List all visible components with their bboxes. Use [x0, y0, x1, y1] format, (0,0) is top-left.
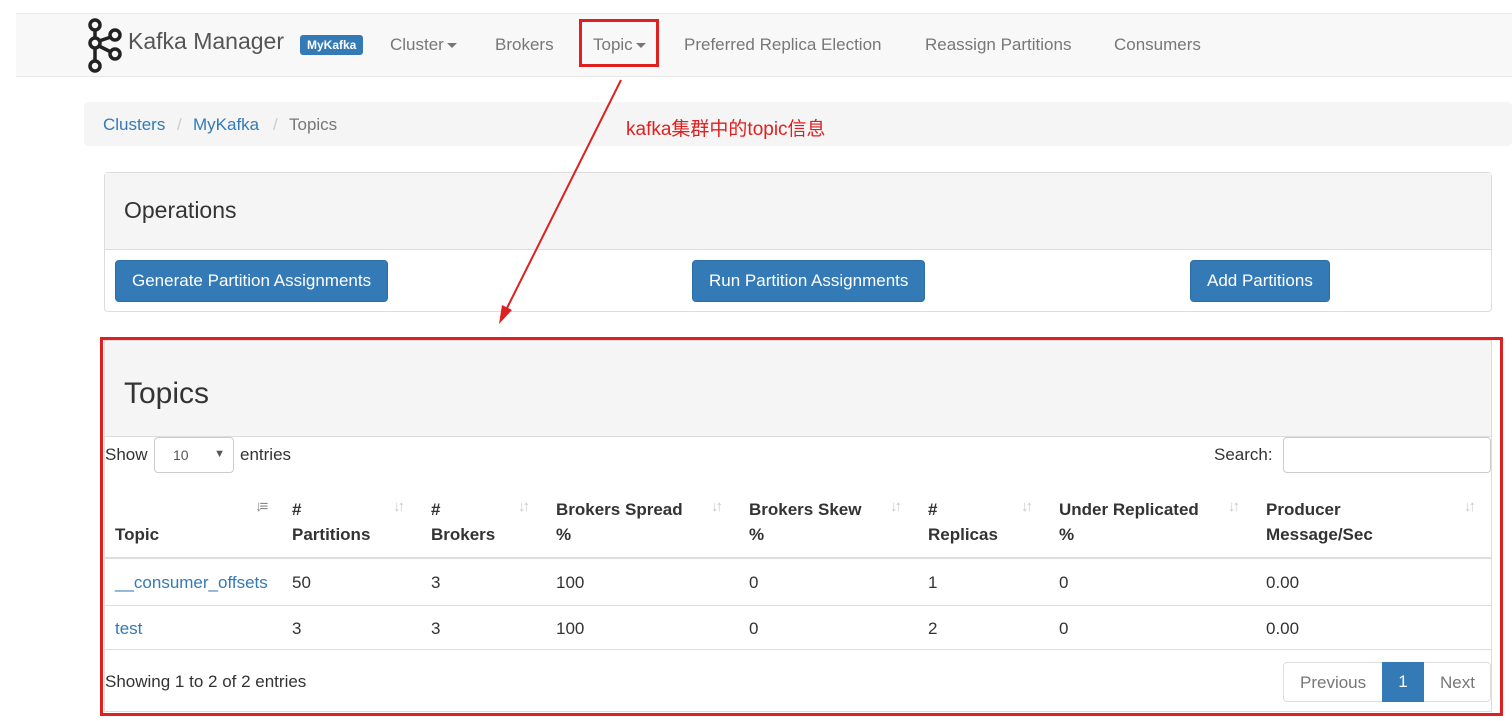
nav-cluster-dropdown[interactable]: Cluster — [390, 35, 457, 55]
nav-consumers[interactable]: Consumers — [1114, 35, 1201, 55]
nav-brokers[interactable]: Brokers — [495, 35, 554, 55]
breadcrumb-clusters[interactable]: Clusters — [103, 115, 165, 135]
kafka-logo-icon[interactable] — [84, 16, 126, 76]
nav-preferred-replica-election[interactable]: Preferred Replica Election — [684, 35, 881, 55]
run-partition-assignments-button[interactable]: Run Partition Assignments — [692, 260, 926, 302]
breadcrumb-current: Topics — [289, 115, 338, 134]
cluster-badge: MyKafka — [300, 35, 364, 55]
breadcrumb-separator: / — [177, 115, 182, 134]
navbar: Kafka Manager MyKafka Cluster Brokers To… — [16, 13, 1512, 77]
add-partitions-button[interactable]: Add Partitions — [1190, 260, 1330, 302]
nav-reassign-partitions[interactable]: Reassign Partitions — [925, 35, 1071, 55]
breadcrumb-cluster[interactable]: MyKafka — [193, 115, 259, 135]
generate-partition-assignments-button[interactable]: Generate Partition Assignments — [115, 260, 389, 302]
brand-title[interactable]: Kafka Manager — [128, 28, 284, 55]
caret-down-icon — [446, 43, 457, 49]
breadcrumb-separator: / — [273, 115, 278, 134]
nav-cluster-label: Cluster — [390, 35, 444, 54]
operations-title: Operations — [124, 197, 237, 223]
topics-highlight-box — [100, 337, 1503, 716]
operations-panel-heading: Operations — [105, 173, 1491, 250]
annotation-text: kafka集群中的topic信息 — [626, 119, 826, 140]
topic-highlight-box — [579, 19, 659, 67]
operations-panel: Operations Generate Partition Assignment… — [104, 172, 1492, 312]
